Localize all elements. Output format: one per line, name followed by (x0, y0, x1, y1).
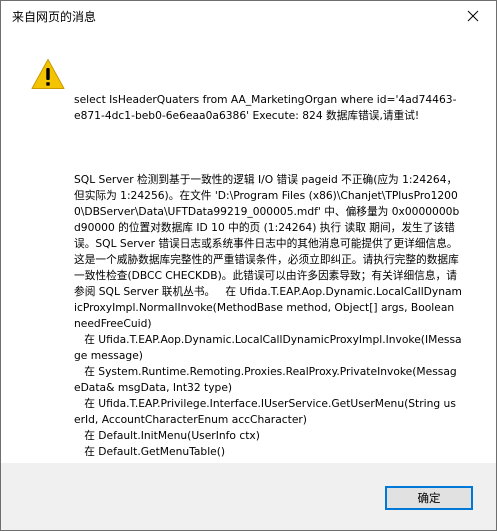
close-icon (467, 10, 479, 22)
ok-button[interactable]: 确定 (385, 486, 473, 510)
warning-icon (31, 59, 65, 89)
message-text: select IsHeaderQuaters from AA_Marketing… (74, 60, 462, 508)
dialog-footer: 确定 (1, 463, 496, 530)
message-paragraph-details: SQL Server 检测到基于一致性的逻辑 I/O 错误 pageid 不正确… (74, 173, 462, 458)
close-button[interactable] (459, 5, 487, 27)
title-bar[interactable]: 来自网页的消息 (1, 1, 496, 32)
message-dialog: 来自网页的消息 select IsHeaderQuaters from AA_M… (0, 0, 497, 531)
message-paragraph-query: select IsHeaderQuaters from AA_Marketing… (74, 93, 457, 122)
dialog-title: 来自网页的消息 (12, 10, 97, 24)
dialog-content: select IsHeaderQuaters from AA_Marketing… (1, 32, 496, 463)
